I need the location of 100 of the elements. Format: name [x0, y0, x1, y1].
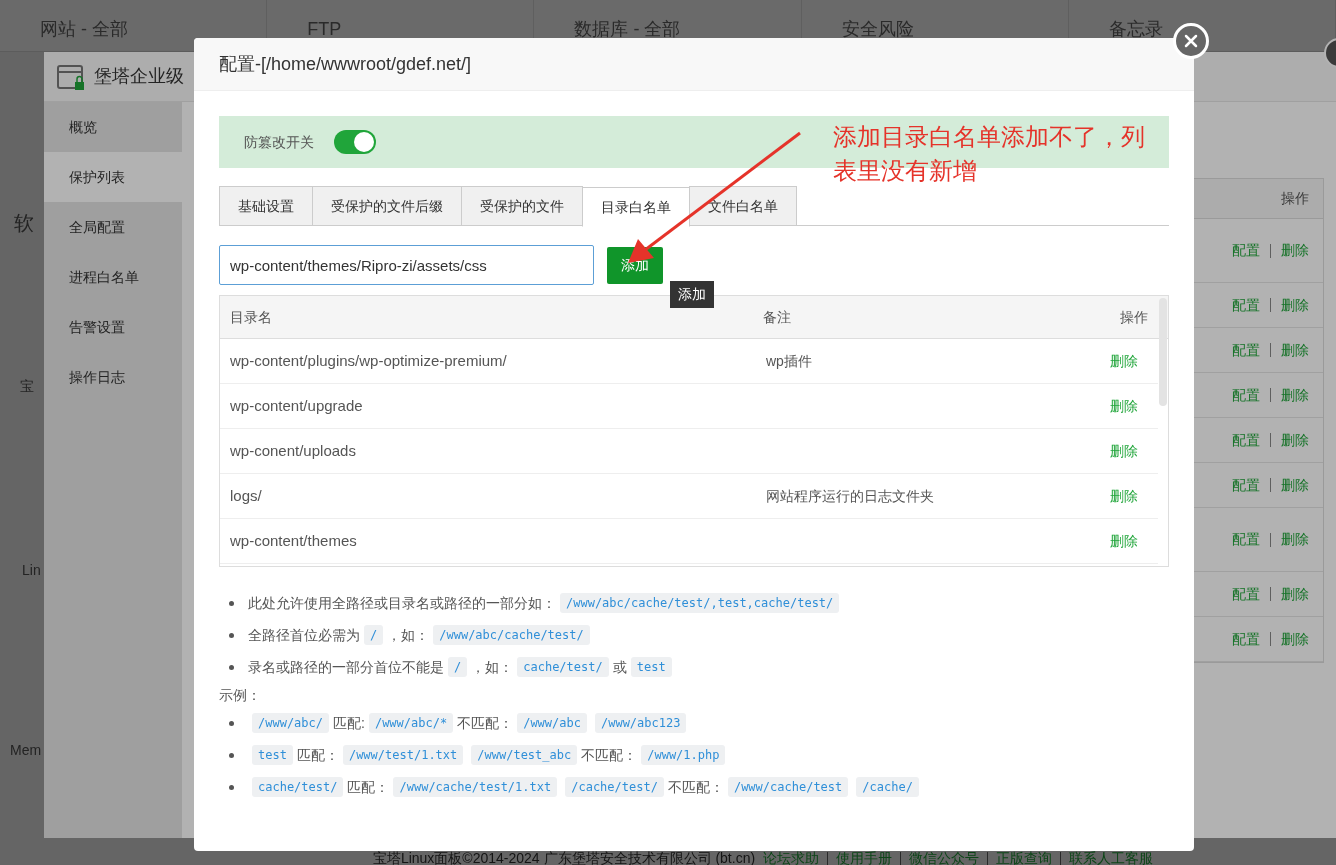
example-heading: 示例： [219, 685, 262, 705]
stat-label[interactable]: 数据库 - 全部 [574, 19, 681, 39]
bullet-icon [229, 752, 234, 758]
copyright-text: 宝塔Linux面板©2014-2024 广东堡塔安全技术有限公司 (bt.cn) [372, 849, 756, 865]
stat-label[interactable]: 备忘录 [1108, 19, 1163, 39]
action-link[interactable]: 删除 [1281, 474, 1309, 496]
table-cell: wp-content/themes [230, 531, 357, 549]
bullet-icon [229, 632, 234, 638]
stat-label[interactable]: FTP [307, 19, 342, 39]
delete-link[interactable]: 删除 [1110, 395, 1138, 417]
footer-link[interactable]: 联系人工客服 [1069, 848, 1154, 865]
section-label: 软 [14, 211, 34, 236]
stat-label[interactable]: 网站 - 全部 [40, 19, 128, 39]
action-link[interactable]: 配置 [1232, 628, 1260, 650]
code-snippet: /www/cache/test/1.txt [393, 777, 558, 797]
stat-label[interactable]: 安全风险 [841, 19, 914, 39]
delete-link[interactable]: 删除 [1110, 485, 1138, 507]
close-icon [1184, 34, 1198, 48]
action-link[interactable]: 删除 [1281, 583, 1309, 605]
code-snippet: /cache/ [856, 777, 919, 797]
help-text: 不匹配： [581, 745, 638, 765]
code-snippet: /www/abc [517, 713, 587, 733]
annotation-text: 添加目录白名单添加不了，列表里没有新增 [833, 122, 1146, 186]
action-link[interactable]: 配置 [1232, 339, 1260, 361]
help-text: ，如： [387, 625, 430, 645]
column-header: 目录名 [229, 307, 273, 327]
help-text: 匹配： [347, 777, 390, 797]
help-text: 匹配: [333, 713, 365, 733]
column-header: 操作 [1281, 189, 1309, 208]
window-title: 堡塔企业级 [94, 65, 184, 88]
path-input[interactable]: wp-content/themes/Ripro-zi/assets/css [219, 245, 594, 285]
table-cell: wp-content/upgrade [230, 396, 363, 414]
table-cell: wp-content/plugins/wp-optimize-premium/ [230, 351, 507, 369]
bullet-icon [229, 600, 234, 606]
tab[interactable]: 文件白名单 [689, 186, 797, 226]
section-label: Mem [10, 741, 42, 760]
code-snippet: /www/abc123 [594, 713, 687, 733]
delete-link[interactable]: 删除 [1110, 530, 1138, 552]
delete-link[interactable]: 删除 [1110, 440, 1138, 462]
code-snippet: /www/abc/cache/test/,test,cache/test/ [560, 593, 840, 613]
action-link[interactable]: 配置 [1232, 384, 1260, 406]
tooltip: 添加 [670, 281, 714, 308]
help-text: 此处允许使用全路径或目录名或路径的一部分如： [248, 593, 556, 613]
footer-link[interactable]: 使用手册 [836, 848, 893, 865]
bullet-icon [229, 664, 234, 670]
code-snippet: /www/1.php [641, 745, 726, 765]
action-link[interactable]: 配置 [1232, 240, 1260, 261]
section-label: Lin [22, 561, 41, 580]
table-cell: wp-conent/uploads [230, 441, 356, 459]
code-snippet: /www/abc/cache/test/ [433, 625, 590, 645]
delete-link[interactable]: 删除 [1110, 350, 1138, 372]
code-snippet: /www/test_abc [471, 745, 578, 765]
code-snippet: cache/test/ [252, 777, 344, 797]
dialog-title: 配置-[/home/wwwroot/gdef.net/] [219, 52, 472, 76]
tab[interactable]: 基础设置 [219, 186, 313, 226]
action-link[interactable]: 配置 [1232, 474, 1260, 496]
code-snippet: test [252, 745, 293, 765]
bullet-icon [229, 784, 234, 790]
code-snippet: /www/cache/test [727, 777, 849, 797]
section-label: 宝 [20, 377, 34, 396]
scrollbar-thumb[interactable] [1159, 298, 1167, 406]
code-snippet: /www/abc/* [368, 713, 454, 733]
code-snippet: /www/test/1.txt [342, 745, 464, 765]
action-link[interactable]: 配置 [1232, 529, 1260, 550]
table-cell: wp插件 [766, 352, 812, 369]
menu-item[interactable]: 保护列表 [44, 152, 182, 202]
code-snippet: / [448, 657, 468, 677]
action-link[interactable]: 删除 [1281, 339, 1309, 361]
code-snippet: /cache/test/ [565, 777, 664, 797]
help-text: ，如： [471, 657, 514, 677]
action-link[interactable]: 配置 [1232, 583, 1260, 605]
action-link[interactable]: 删除 [1281, 628, 1309, 650]
code-snippet: test [630, 657, 672, 677]
bullet-icon [229, 720, 234, 726]
footer-link[interactable]: 论坛求助 [763, 848, 820, 865]
help-text: 全路径首位必需为 [248, 625, 360, 645]
help-text: 不匹配： [457, 713, 514, 733]
footer-link[interactable]: 正版查询 [996, 848, 1053, 865]
action-link[interactable]: 删除 [1281, 429, 1309, 451]
code-snippet: cache/test/ [517, 657, 609, 677]
help-text: 或 [612, 657, 627, 677]
action-link[interactable]: 删除 [1281, 529, 1309, 550]
action-link[interactable]: 配置 [1232, 429, 1260, 451]
help-text: 匹配： [296, 745, 339, 765]
tab[interactable]: 受保护的文件后缀 [312, 186, 462, 226]
help-text: 不匹配： [667, 777, 724, 797]
table-cell: logs/ [230, 486, 262, 504]
action-link[interactable]: 删除 [1281, 294, 1309, 316]
column-header: 备注 [763, 307, 792, 327]
action-link[interactable]: 删除 [1281, 384, 1309, 406]
footer-link[interactable]: 微信公众号 [909, 848, 980, 865]
toggle-switch[interactable] [334, 130, 376, 154]
table-cell: 网站程序运行的日志文件夹 [766, 487, 934, 504]
action-link[interactable]: 删除 [1281, 240, 1309, 261]
code-snippet: / [364, 625, 384, 645]
tab[interactable]: 目录白名单 [582, 187, 690, 227]
help-text: 录名或路径的一部分首位不能是 [248, 657, 444, 677]
tab[interactable]: 受保护的文件 [461, 186, 583, 226]
switch-label: 防篡改开关 [244, 132, 314, 152]
action-link[interactable]: 配置 [1232, 294, 1260, 316]
